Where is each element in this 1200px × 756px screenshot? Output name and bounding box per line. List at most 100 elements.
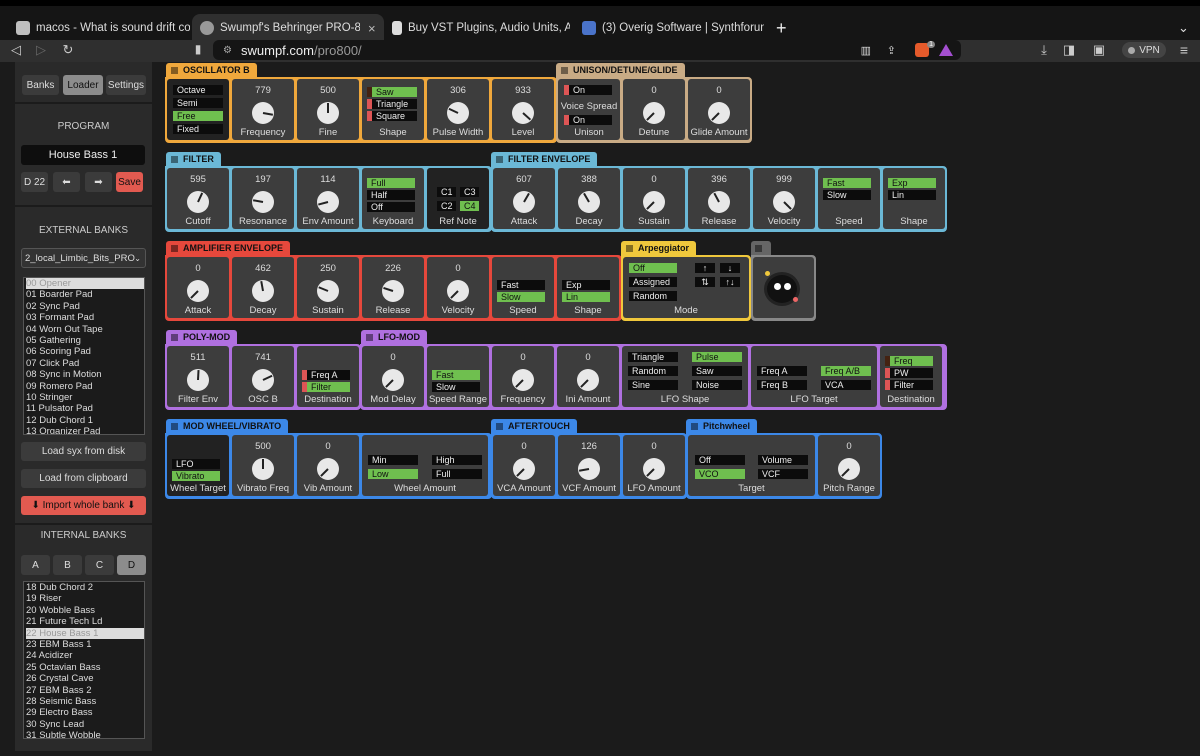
internal-patch-list[interactable]: 18 Dub Chord 2 19 Riser 20 Wobble Bass 21 F… [23, 581, 145, 739]
list-item[interactable]: 25 Octavian Bass [26, 662, 144, 673]
list-item[interactable]: 18 Dub Chord 2 [26, 582, 144, 593]
lfo-amount-cell[interactable]: 0 LFO Amount [623, 435, 685, 496]
tab-macos[interactable]: macos - What is sound drift correct [8, 14, 190, 42]
opt-volume[interactable]: Volume [758, 455, 808, 465]
opt-random[interactable]: Random [629, 291, 677, 301]
list-item[interactable]: 06 Scoring Pad [26, 346, 144, 357]
bank-c-button[interactable]: C [85, 555, 114, 575]
list-item[interactable]: 26 Crystal Cave [26, 673, 144, 684]
list-item[interactable]: 20 Wobble Bass [26, 605, 144, 616]
opt-half[interactable]: Half [367, 190, 415, 200]
fenv-decay-knob[interactable] [578, 191, 600, 213]
mod-delay-cell[interactable]: 0 Mod Delay [362, 346, 424, 407]
arp-down-icon[interactable]: ↓ [720, 263, 740, 273]
reload-icon[interactable]: ↻ [60, 42, 76, 58]
rewards-triangle-icon[interactable] [939, 44, 953, 56]
wheel-target-selector[interactable]: LFO Vibrato Wheel Target [167, 435, 229, 496]
opt-freq-a[interactable]: Freq A [302, 370, 350, 380]
vib-amount-knob[interactable] [317, 458, 339, 480]
poly-destination-selector[interactable]: Freq A Filter Destination [297, 346, 359, 407]
import-bank-button[interactable]: ⬇ Import whole bank ⬇ [21, 496, 146, 515]
opt-exp[interactable]: Exp [562, 280, 610, 290]
fenv-shape-selector[interactable]: Exp Lin Shape [883, 168, 945, 229]
opt-freq[interactable]: Freq [885, 356, 933, 366]
list-item[interactable]: 09 Romero Pad [26, 381, 144, 392]
lfo-amount-knob[interactable] [643, 458, 665, 480]
list-item[interactable]: 00 Opener [26, 278, 144, 290]
list-item[interactable]: 27 EBM Bass 2 [26, 685, 144, 696]
list-item[interactable]: 19 Riser [26, 593, 144, 604]
mod-delay-knob[interactable] [382, 369, 404, 391]
list-item[interactable]: 12 Dub Chord 1 [26, 415, 144, 426]
opt-slow[interactable]: Slow [497, 292, 545, 302]
aenv-speed-selector[interactable]: Fast Slow Speed [492, 257, 554, 318]
fenv-attack-knob[interactable] [513, 191, 535, 213]
pulse-width-knob[interactable] [447, 102, 469, 124]
vca-amount-knob[interactable] [513, 458, 535, 480]
opt-off[interactable]: Off [367, 202, 415, 212]
fenv-sustain-cell[interactable]: 0 Sustain [623, 168, 685, 229]
list-item[interactable]: 04 Worn Out Tape [26, 324, 144, 335]
tab-swumpf[interactable]: Swumpf's Behringer PRO-800 × [192, 14, 384, 42]
vibrato-freq-cell[interactable]: 500 Vibrato Freq [232, 435, 294, 496]
arp-mode-selector[interactable]: Off Assigned Random ↑ ↓ ⇅ ↑↓ Mode [623, 257, 749, 318]
cutoff-knob-cell[interactable]: 595 Cutoff [167, 168, 229, 229]
list-item[interactable]: 13 Organizer Pad [26, 426, 144, 434]
opt-vco[interactable]: VCO [695, 469, 745, 479]
tab-banks[interactable]: Banks [22, 75, 59, 95]
opt-square[interactable]: Square [367, 111, 417, 121]
opt-freq-b[interactable]: Freq B [757, 380, 807, 390]
opt-c2[interactable]: C2 [437, 201, 456, 211]
list-item[interactable]: 03 Formant Pad [26, 312, 144, 323]
arp-up-down-icon[interactable]: ↑↓ [720, 277, 740, 287]
back-icon[interactable]: ◁ [8, 42, 24, 58]
opt-lfo[interactable]: LFO [172, 459, 220, 469]
fine-knob-cell[interactable]: 500 Fine [297, 79, 359, 140]
lfo-destination-selector[interactable]: Freq PW Filter Destination [880, 346, 942, 407]
menu-icon[interactable]: ≡ [1176, 42, 1192, 58]
tab-synthforum[interactable]: (3) Overig Software | Synthforum [574, 14, 764, 42]
lfo-shape-selector[interactable]: Triangle Pulse Random Saw Sine Noise LFO… [622, 346, 748, 407]
opt-slow[interactable]: Slow [432, 382, 480, 392]
bank-a-button[interactable]: A [21, 555, 50, 575]
list-item[interactable]: 22 House Bass 1 [26, 627, 144, 640]
detune-knob-cell[interactable]: 0 Detune [623, 79, 685, 140]
env-amount-knob-cell[interactable]: 114 Env Amount [297, 168, 359, 229]
lfo-frequency-cell[interactable]: 0 Frequency [492, 346, 554, 407]
forward-icon[interactable]: ▷ [33, 42, 49, 58]
patch-id-button[interactable]: D 22 [21, 172, 48, 192]
shape-selector[interactable]: Saw Triangle Square Shape [362, 79, 424, 140]
cutoff-knob[interactable] [187, 191, 209, 213]
fenv-decay-cell[interactable]: 388 Decay [558, 168, 620, 229]
opt-triangle[interactable]: Triangle [628, 352, 678, 362]
download-icon[interactable]: ⤓ [1036, 42, 1052, 58]
opt-c3[interactable]: C3 [460, 187, 479, 197]
opt-vibrato[interactable]: Vibrato [172, 471, 220, 481]
opt-saw[interactable]: Saw [692, 366, 742, 376]
opt-vcf[interactable]: VCF [758, 469, 808, 479]
wallet-icon[interactable]: ▣ [1091, 42, 1107, 58]
wheel-amount-selector[interactable]: Min High Low Full Wheel Amount [362, 435, 488, 496]
env-amount-knob[interactable] [317, 191, 339, 213]
poly-osc-b-cell[interactable]: 741 OSC B [232, 346, 294, 407]
opt-assigned[interactable]: Assigned [629, 277, 677, 287]
fenv-release-cell[interactable]: 396 Release [688, 168, 750, 229]
close-tab-icon[interactable]: × [368, 21, 376, 36]
resonance-knob[interactable] [252, 191, 274, 213]
new-tab-button[interactable]: + [768, 14, 792, 42]
fenv-attack-cell[interactable]: 607 Attack [493, 168, 555, 229]
glide-knob[interactable] [708, 102, 730, 124]
poly-filter-env-knob[interactable] [187, 369, 209, 391]
opt-fast[interactable]: Fast [432, 370, 480, 380]
opt-full[interactable]: Full [432, 469, 482, 479]
vcf-amount-cell[interactable]: 126 VCF Amount [558, 435, 620, 496]
opt-noise[interactable]: Noise [692, 380, 742, 390]
opt-slow[interactable]: Slow [823, 190, 871, 200]
list-item[interactable]: 11 Pulsator Pad [26, 403, 144, 414]
load-syx-button[interactable]: Load syx from disk [21, 442, 146, 461]
site-info-icon[interactable]: ⚙ [223, 45, 232, 56]
list-item[interactable]: 01 Boarder Pad [26, 289, 144, 300]
opt-free[interactable]: Free [173, 111, 223, 121]
list-item[interactable]: 05 Gathering [26, 335, 144, 346]
aenv-velocity-cell[interactable]: 0 Velocity [427, 257, 489, 318]
